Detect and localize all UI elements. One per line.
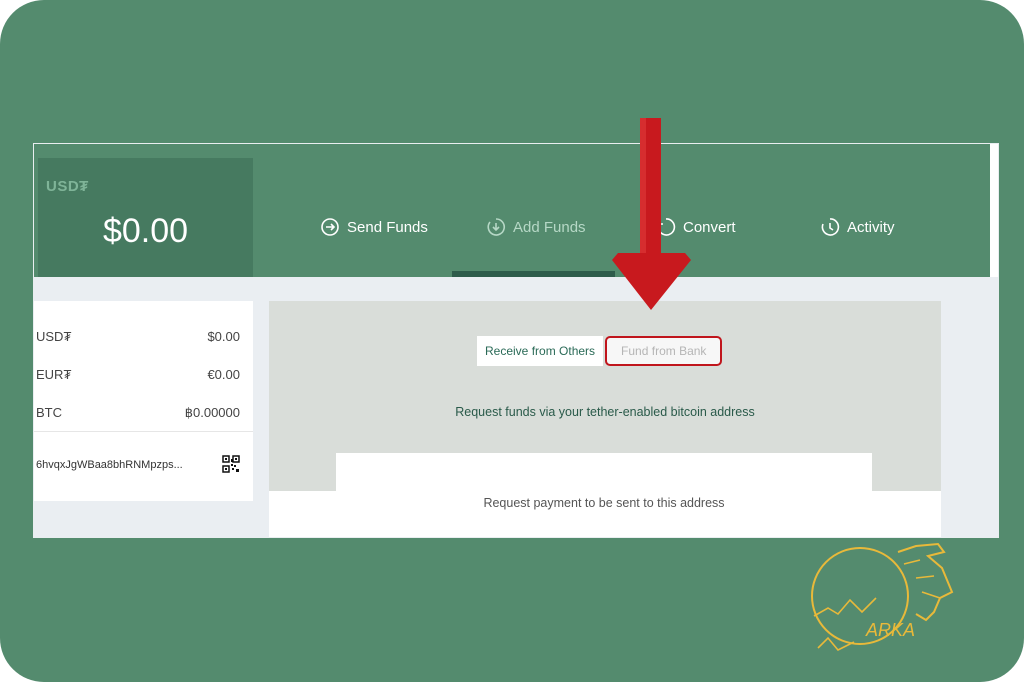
wallet-currency: USD₮ [36, 329, 72, 344]
address-card: Request payment to be sent to this addre… [336, 453, 872, 537]
arka-logo: ARKA [808, 538, 960, 678]
top-bar: USD₮ $0.00 Send Funds Add Funds Convert [34, 144, 990, 277]
nav-add-funds[interactable]: Add Funds [486, 215, 586, 239]
wallet-amount: $0.00 [207, 329, 240, 344]
divider [34, 431, 253, 432]
balance-currency: USD₮ [46, 178, 89, 195]
balance-value: $0.00 [102, 212, 189, 250]
nav-activity[interactable]: Activity [820, 215, 895, 239]
nav-label: Activity [847, 218, 895, 236]
app-screenshot: USD₮ $0.00 Send Funds Add Funds Convert [34, 144, 998, 537]
send-funds-icon [321, 218, 339, 236]
arka-logo-icon: ARKA [811, 542, 954, 651]
nav-send-funds[interactable]: Send Funds [320, 215, 428, 239]
info-text: Request funds via your tether-enabled bi… [455, 405, 755, 419]
wallet-address-text: 6hvqxJgWBaa8bhRNMpzps... [36, 459, 183, 471]
wallet-row[interactable]: USD₮ $0.00 [34, 329, 253, 349]
funding-tabs: Receive from Others Fund from Bank [477, 336, 723, 366]
wallet-row[interactable]: BTC ฿0.00000 [34, 405, 253, 425]
wallet-currency: BTC [36, 405, 62, 420]
card-text: Request payment to be sent to this addre… [483, 496, 725, 510]
tab-fund-from-bank[interactable]: Fund from Bank [605, 336, 723, 366]
balance-box: USD₮ $0.00 [38, 158, 253, 277]
wallet-currency: EUR₮ [36, 367, 72, 382]
wallet-amount: €0.00 [207, 367, 240, 382]
activity-icon [821, 218, 840, 236]
qr-code-icon[interactable] [222, 455, 240, 473]
nav-label: Add Funds [513, 218, 586, 236]
wallet-amount: ฿0.00000 [184, 405, 240, 420]
logo-text: ARKA [865, 620, 915, 640]
add-funds-panel: Receive from Others Fund from Bank Reque… [269, 301, 941, 537]
red-arrow-annotation [612, 118, 691, 310]
tab-receive-from-others[interactable]: Receive from Others [477, 336, 604, 366]
wallet-row[interactable]: EUR₮ €0.00 [34, 367, 253, 387]
wallet-sidebar: USD₮ $0.00 EUR₮ €0.00 BTC ฿0.00000 6hvqx… [34, 301, 253, 501]
nav-label: Send Funds [347, 218, 428, 236]
add-funds-icon [487, 218, 506, 236]
